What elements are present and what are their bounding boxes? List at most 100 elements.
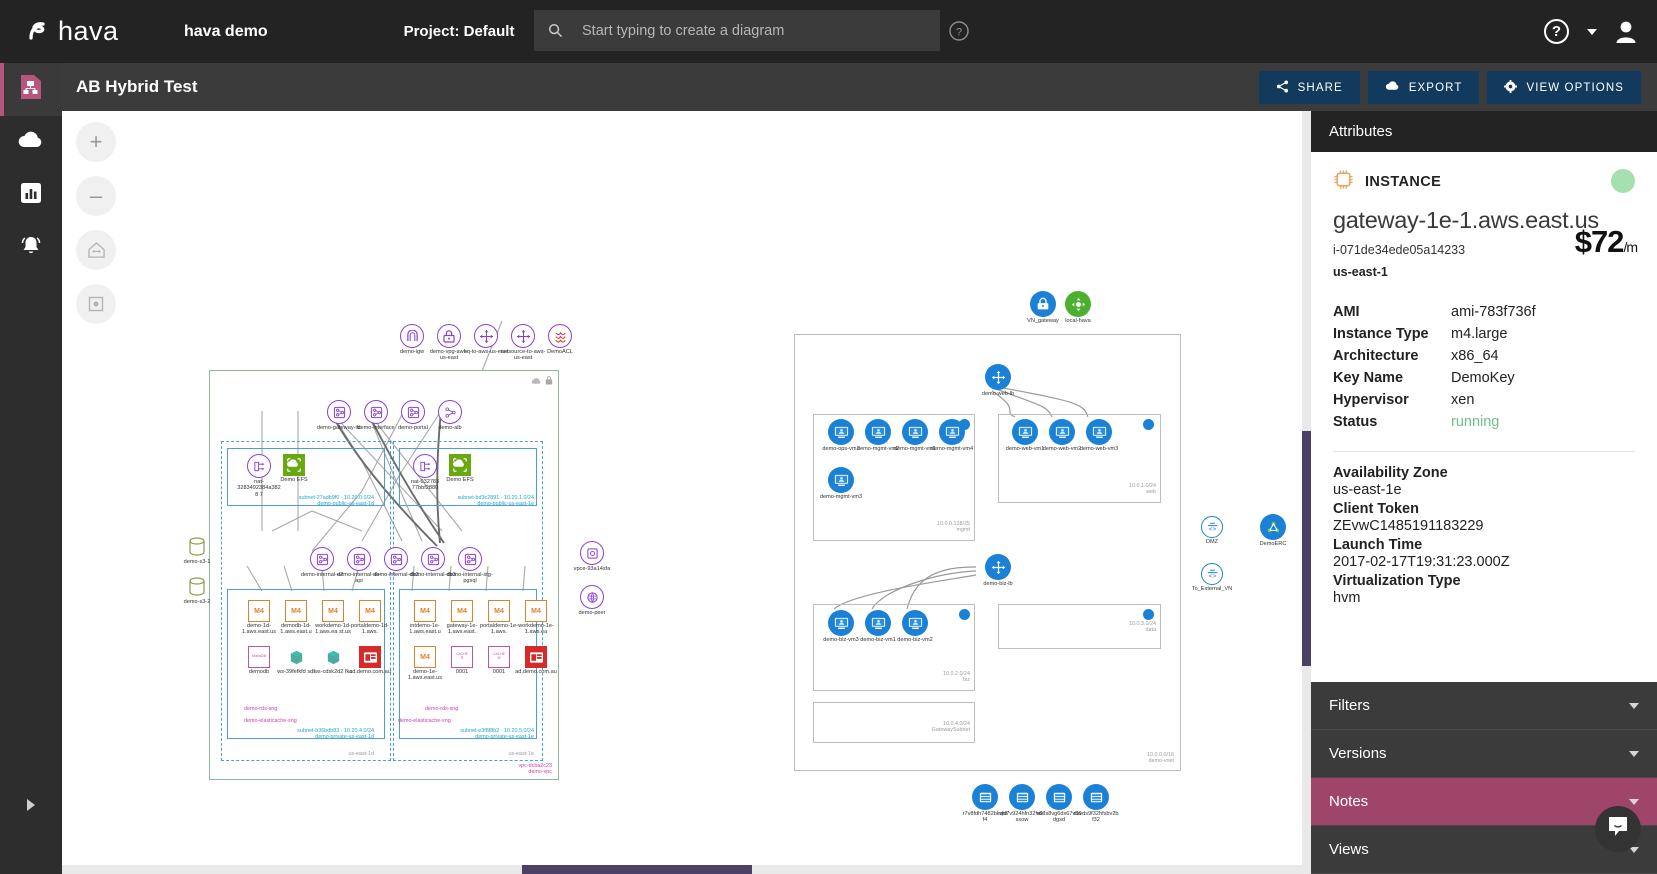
azure-subnet-label-data: 10.0.3.0/24 data — [1129, 621, 1156, 633]
subnet-route-icon — [531, 373, 541, 391]
attributes-panel-body: INSTANCE gateway-1e-1.aws.east.us i-071d… — [1311, 152, 1657, 606]
attribute-value: ami-783f736f — [1451, 304, 1536, 320]
attribute-key: Key Name — [1333, 370, 1404, 386]
nat-gateway-icon — [247, 454, 271, 478]
diagram-node[interactable]: demo-web-vm3 — [1076, 419, 1122, 452]
center-view-button[interactable] — [76, 284, 116, 324]
attribute-key: Architecture — [1333, 348, 1419, 364]
diagram-node[interactable]: demo-mgmt-vm3 — [818, 467, 864, 500]
diagram-node[interactable]: vpce-93a14sfa — [569, 541, 615, 572]
diagram-node[interactable]: Demo EFS — [437, 454, 483, 483]
topbar-account-group: ? — [1544, 0, 1637, 63]
canvas-horizontal-scrollbar[interactable] — [62, 865, 1302, 874]
export-button[interactable]: EXPORT — [1367, 71, 1480, 104]
diagram-node[interactable]: demo-s3-2 — [174, 576, 220, 605]
top-navigation-bar: hava hava demo Project: Default ? ? — [0, 0, 1657, 63]
stacked-attributes-list: Availability Zone us-east-1e Client Token Z… — [1333, 465, 1635, 606]
panel-scrollbar-thumb[interactable] — [1302, 431, 1311, 666]
sidebar-item-alerts[interactable] — [0, 222, 62, 275]
diagram-node[interactable]: DemoACL — [537, 324, 583, 355]
left-navigation-rail — [0, 63, 62, 874]
endpoint-icon — [364, 400, 388, 424]
diagram-document-icon — [18, 73, 44, 106]
canvas-hscroll-thumb[interactable] — [522, 865, 752, 874]
attribute-row: Instance Type m4.large — [1333, 323, 1635, 345]
sidebar-item-diagrams[interactable] — [0, 63, 62, 116]
account-chevron-down-icon[interactable] — [1587, 28, 1597, 35]
diagram-node-label: demo-alb — [438, 425, 462, 431]
attribute-value: x86_64 — [1451, 348, 1499, 364]
search-box[interactable] — [534, 10, 940, 51]
center-icon — [88, 296, 104, 312]
sidebar-item-environments[interactable] — [0, 116, 62, 169]
diagram-node[interactable]: demo-web-lb — [975, 364, 1021, 397]
diagram-node-label: demo-mgmt-vm4 — [930, 446, 974, 452]
project-selector-label[interactable]: Project: Default — [404, 23, 515, 40]
view-options-button[interactable]: VIEW OPTIONS — [1487, 71, 1641, 104]
diagram-node[interactable]: demo-biz-lb — [975, 554, 1021, 587]
stacked-attribute: Client Token ZEvwC1485191183229 — [1333, 501, 1635, 534]
virtual-machine-icon — [1049, 419, 1075, 445]
diagram-node[interactable]: DemoERC — [1250, 514, 1296, 547]
storage-account-icon — [1083, 784, 1109, 810]
sidebar-item-reports[interactable] — [0, 169, 62, 222]
share-button-label: SHARE — [1297, 81, 1343, 94]
share-button[interactable]: SHARE — [1258, 71, 1360, 104]
node-icon: M4 — [525, 600, 547, 622]
accordion-row-filters[interactable]: Filters — [1311, 682, 1657, 730]
diagram-node[interactable]: demo-alb — [427, 400, 473, 431]
user-avatar-icon[interactable] — [1615, 20, 1637, 44]
diagram-node-label: demo-biz-vm2 — [897, 637, 933, 643]
attribute-value: xen — [1451, 392, 1475, 408]
diagram-node[interactable]: dsvds9f32hfsbv2bf32 — [1073, 784, 1119, 824]
diagram-node[interactable]: local-hava — [1055, 291, 1101, 324]
status-badge — [1611, 169, 1635, 193]
diagram-node[interactable]: demo-peer — [569, 585, 615, 616]
vpn-connection-icon — [511, 324, 535, 348]
diagram-node[interactable]: <> To_External_VN — [1189, 563, 1235, 592]
diagram-node[interactable]: <> DMZ — [1189, 516, 1235, 545]
virtual-machine-icon — [828, 419, 854, 445]
hava-logo-icon — [26, 18, 53, 45]
diagram-node-label: demo-s3-2 — [183, 599, 211, 605]
s3-bucket-icon — [186, 536, 208, 558]
help-circle-icon[interactable]: ? — [948, 20, 970, 42]
diagram-node-label: demo-internal-stg-pgsql — [447, 572, 493, 585]
node-icon: M4 — [414, 600, 436, 622]
diagram-node[interactable]: demo-s3-1 — [174, 536, 220, 565]
chevron-down-icon — [1629, 798, 1639, 805]
attribute-key: Status — [1333, 414, 1378, 430]
stacked-attribute-value: ZEvwC1485191183229 — [1333, 518, 1484, 534]
diagram-node[interactable]: demo-internal-stg-pgsql — [447, 547, 493, 585]
diagram-node[interactable]: ad.demo.com.au — [347, 646, 393, 675]
diagram-canvas[interactable]: subnet-27adb9f0 · 10.20.0.0/24 demo-publ… — [62, 111, 1302, 866]
diagram-node[interactable]: M4 portaldemo-1d-1.aws. — [347, 600, 393, 636]
diagram-node[interactable]: ad.demo.com.au — [513, 646, 559, 675]
chevron-right-icon — [27, 799, 35, 811]
diagram-node-label: demo-s3-1 — [183, 559, 211, 565]
rail-expand-button[interactable] — [0, 784, 62, 826]
virtual-machine-icon — [828, 467, 854, 493]
attribute-value: running — [1451, 414, 1500, 430]
endpoint-icon — [401, 400, 425, 424]
zoom-in-button[interactable]: + — [76, 122, 116, 162]
diagram-node[interactable]: Demo EFS — [271, 454, 317, 483]
zoom-out-button[interactable]: – — [76, 176, 116, 216]
chat-support-button[interactable] — [1595, 806, 1641, 852]
diagram-node-label: DemoERC — [1259, 541, 1287, 547]
vpn-gateway-azure-icon — [1030, 291, 1056, 317]
diagram-node[interactable]: demo-biz-vm2 — [892, 610, 938, 643]
canvas-zoom-controls: + – — [76, 122, 116, 324]
help-badge-icon[interactable]: ? — [1544, 19, 1569, 44]
search-icon — [534, 10, 576, 51]
search-input[interactable] — [576, 10, 940, 51]
attribute-row: AMI ami-783f736f — [1333, 301, 1635, 323]
elasticache-memcached-icon: CACHE M — [488, 646, 510, 668]
diagram-node-label: ad.demo.com.au — [515, 669, 557, 675]
accordion-row-versions[interactable]: Versions — [1311, 730, 1657, 778]
diagram-node[interactable]: M4 workdemo-1e-1.aws.ea — [513, 600, 559, 636]
stacked-attribute-value: 2017-02-17T19:31:23.000Z — [1333, 554, 1510, 570]
fit-to-screen-button[interactable] — [76, 230, 116, 270]
share-icon — [1276, 80, 1289, 96]
hava-logo[interactable]: hava — [26, 18, 156, 45]
